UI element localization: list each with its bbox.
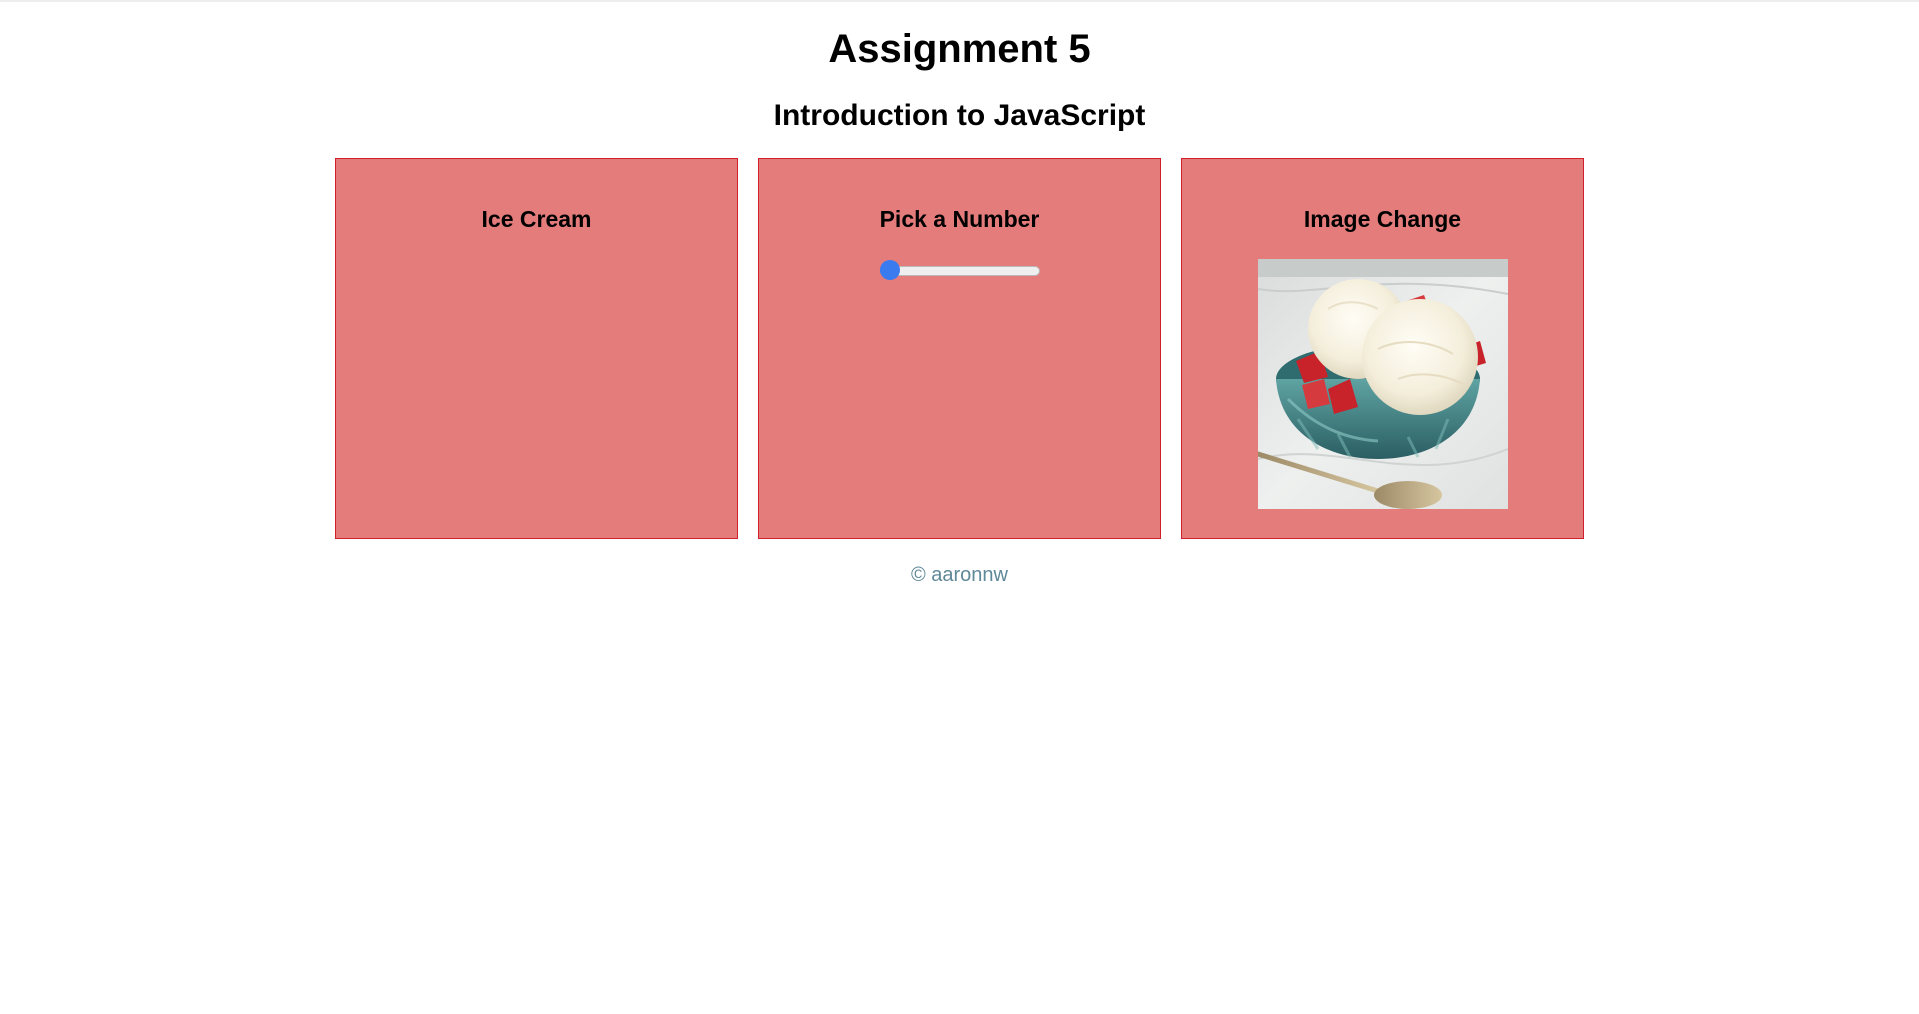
ice-cream-card: Ice Cream: [335, 158, 738, 539]
page-title: Assignment 5: [828, 27, 1091, 71]
pick-number-card-title: Pick a Number: [879, 206, 1040, 232]
ice-cream-card-title: Ice Cream: [481, 206, 592, 232]
page-subtitle: Introduction to JavaScript: [773, 99, 1146, 132]
page: Assignment 5 Introduction to JavaScript …: [0, 0, 1919, 1014]
image-change-card-title: Image Change: [1303, 206, 1462, 232]
image-change-card: Image Change: [1181, 158, 1584, 539]
footer-copyright: © aaronnw: [910, 564, 1008, 586]
cards-container: Ice Cream Pick a Number Image Change: [335, 158, 1585, 539]
top-divider: [0, 0, 1919, 2]
number-slider[interactable]: [880, 260, 1042, 280]
ice-cream-image[interactable]: [1258, 259, 1508, 509]
pick-number-card: Pick a Number: [758, 158, 1161, 539]
slider-thumb[interactable]: [880, 260, 900, 280]
slider-track: [880, 266, 1040, 276]
ice-cream-bowl-illustration: [1258, 259, 1508, 509]
